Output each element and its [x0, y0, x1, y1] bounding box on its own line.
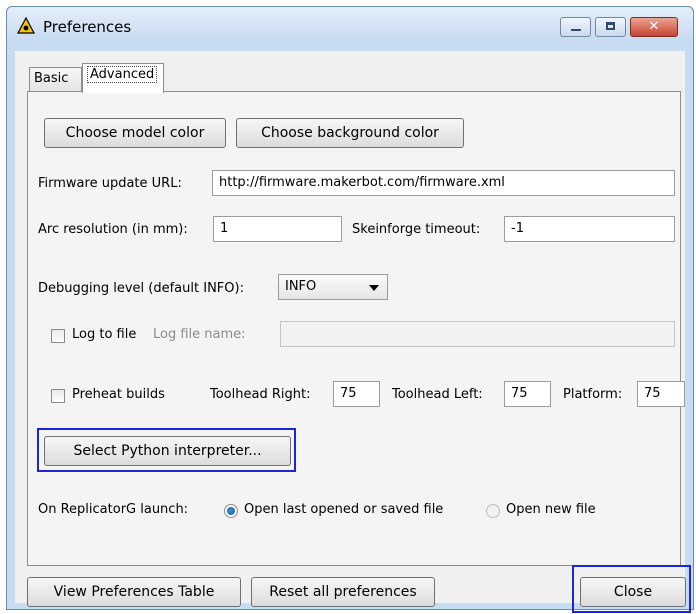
debugging-level-label: Debugging level (default INFO): [38, 281, 244, 296]
maximize-icon [606, 22, 615, 30]
arc-resolution-input[interactable]: 1 [213, 216, 342, 242]
view-preferences-table-button[interactable]: View Preferences Table [27, 577, 241, 607]
open-new-file-radio[interactable] [486, 504, 500, 518]
open-last-file-radio[interactable] [224, 504, 238, 518]
log-file-name-input[interactable] [280, 321, 675, 347]
platform-input[interactable]: 75 [637, 381, 685, 407]
open-new-file-label: Open new file [506, 502, 596, 517]
close-icon: ✕ [648, 19, 660, 34]
tab-basic[interactable]: Basic [29, 67, 82, 91]
debugging-level-value: INFO [285, 279, 317, 294]
preheat-builds-label: Preheat builds [72, 387, 165, 402]
title-bar[interactable]: Preferences ✕ [7, 7, 693, 45]
toolhead-left-input[interactable]: 75 [504, 381, 551, 407]
debugging-level-select[interactable]: INFO [278, 274, 388, 300]
log-to-file-checkbox[interactable] [51, 329, 65, 343]
log-file-name-label: Log file name: [153, 327, 246, 342]
minimize-icon [571, 29, 581, 31]
python-button-highlight [37, 428, 296, 472]
firmware-url-label: Firmware update URL: [38, 176, 182, 191]
arc-resolution-label: Arc resolution (in mm): [38, 222, 188, 237]
choose-model-color-button[interactable]: Choose model color [44, 118, 226, 148]
dialog-content: Basic Advanced Choose model color Choose… [15, 51, 691, 613]
chevron-down-icon [369, 285, 379, 291]
log-to-file-label: Log to file [72, 327, 137, 342]
tab-advanced[interactable]: Advanced [82, 63, 164, 93]
toolhead-right-input[interactable]: 75 [333, 381, 380, 407]
maximize-button[interactable] [595, 17, 626, 37]
warning-triangle-icon [17, 17, 35, 34]
reset-all-preferences-button[interactable]: Reset all preferences [251, 577, 435, 607]
firmware-url-input[interactable]: http://firmware.makerbot.com/firmware.xm… [212, 170, 675, 196]
toolhead-right-label: Toolhead Right: [210, 387, 311, 402]
advanced-panel: Choose model color Choose background col… [27, 91, 685, 566]
window-close-button[interactable]: ✕ [630, 17, 678, 37]
window-title: Preferences [43, 18, 132, 36]
launch-label: On ReplicatorG launch: [38, 502, 189, 517]
tab-advanced-label: Advanced [87, 66, 158, 83]
toolhead-left-label: Toolhead Left: [392, 387, 483, 402]
platform-label: Platform: [563, 387, 623, 402]
preferences-window: Preferences ✕ Basic Advanced Choose mode… [6, 6, 694, 613]
tab-basic-label: Basic [34, 71, 69, 86]
minimize-button[interactable] [560, 17, 591, 37]
open-last-file-label: Open last opened or saved file [244, 502, 444, 517]
preheat-builds-checkbox[interactable] [51, 389, 65, 403]
skeinforge-timeout-input[interactable]: -1 [504, 216, 675, 242]
close-button-highlight [572, 565, 691, 613]
skeinforge-timeout-label: Skeinforge timeout: [352, 222, 481, 237]
choose-background-color-button[interactable]: Choose background color [236, 118, 464, 148]
